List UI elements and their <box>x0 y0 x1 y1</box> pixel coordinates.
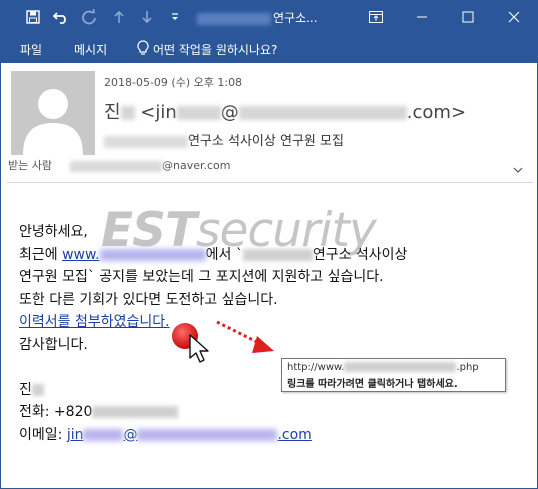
close-icon <box>508 11 520 23</box>
message-body: 안녕하세요, 최근에 www. 에서 ` 연구소 석사이상 연구원 모집` 공지를 … <box>19 221 407 446</box>
subject-text: 연구소 석사이상 연구원 모집 <box>188 134 344 149</box>
signature-email: 이메일: jin @ .com <box>19 424 407 447</box>
sent-date: 2018-05-09 (수) 오후 1:08 <box>104 76 243 89</box>
sender-email-suffix: .com> <box>406 102 467 123</box>
ribbon: 파일 메시지 어떤 작업을 원하시나요? <box>1 33 537 63</box>
redacted-title <box>197 12 271 25</box>
sender-name: 진 <box>104 102 121 123</box>
thanks-line: 감사합니다. <box>19 336 88 353</box>
tell-me-search[interactable]: 어떤 작업을 원하시나요? <box>153 41 277 58</box>
redacted-email-user <box>176 106 221 120</box>
sig-email-at[interactable]: @ <box>123 427 137 443</box>
minimize-button[interactable] <box>399 1 445 33</box>
avatar <box>11 71 95 155</box>
subject: 연구소 석사이상 연구원 모집 <box>104 130 344 149</box>
link-tooltip: http://www. .php 링크를 따라가려면 클릭하거나 탭하세요. <box>281 358 506 392</box>
window-title: 연구소... <box>197 9 318 26</box>
body-line-2: 최근에 www. 에서 ` 연구소 석사이상 <box>19 244 407 267</box>
redacted-sender-name <box>120 106 135 120</box>
outlook-message-window: 연구소... 파일 메시지 어떤 작업을 원하시나요? 2018-05-09 (… <box>0 0 538 489</box>
maximize-icon <box>462 11 474 23</box>
sig-name-text: 진 <box>19 381 32 398</box>
redacted-sig-name <box>31 383 44 396</box>
tooltip-message: 링크를 따라가려면 클릭하거나 탭하세요. <box>287 379 458 390</box>
sig-email-link-start[interactable]: jin <box>67 427 84 443</box>
customize-qat-icon[interactable] <box>165 7 185 27</box>
ribbon-display-options-button[interactable] <box>353 1 399 33</box>
website-link[interactable]: www. <box>62 247 100 263</box>
redacted-recipient <box>69 160 162 172</box>
chevron-down-icon[interactable] <box>513 163 523 176</box>
redacted-phone <box>92 406 179 418</box>
tooltip-url-suffix: .php <box>456 362 479 373</box>
redacted-company <box>242 248 313 261</box>
body-text-segment: 연구소 석사이상 <box>312 246 408 263</box>
body-line-3: 연구원 모집` 공지를 보았는데 그 포지션에 지원하고 싶습니다. <box>19 269 384 285</box>
lightbulb-icon <box>137 40 151 56</box>
body-line-4: 또한 다른 기회가 있다면 도전하고 싶습니다. <box>19 291 278 308</box>
sender-email-at: @ <box>220 102 239 123</box>
tab-file[interactable]: 파일 <box>20 41 42 58</box>
redacted-url <box>344 362 457 372</box>
redacted-subject <box>104 135 188 148</box>
body-text-segment: 최근에 <box>19 246 63 263</box>
tooltip-url: http://www. .php <box>287 362 500 373</box>
save-icon[interactable] <box>23 7 43 27</box>
signature-phone: 전화: +820 <box>19 401 407 424</box>
up-arrow-icon[interactable] <box>109 7 129 27</box>
header-divider <box>7 182 533 183</box>
redacted-email-domain <box>238 106 407 120</box>
attachment-link[interactable]: 이력서를 첨부하였습니다. <box>19 314 170 330</box>
redacted-website <box>99 248 206 261</box>
close-button[interactable] <box>491 1 537 33</box>
sig-email-label: 이메일: <box>19 426 67 443</box>
sender-email-prefix: <jin <box>140 102 177 123</box>
down-arrow-icon[interactable] <box>137 7 157 27</box>
redacted-sig-email-user <box>83 428 124 441</box>
body-text-segment: 에서 ` <box>205 246 243 263</box>
to-label: 받는 사람 <box>8 159 52 172</box>
sig-phone-text: 전화: +820 <box>19 404 93 420</box>
redo-icon[interactable] <box>79 7 99 27</box>
recipient-email[interactable]: @naver.com <box>162 159 231 172</box>
tab-message[interactable]: 메시지 <box>74 41 107 58</box>
title-bar: 연구소... <box>1 1 537 33</box>
greeting: 안녕하세요, <box>19 224 88 240</box>
sender[interactable]: 진 <jin @ .com> <box>104 98 466 124</box>
body-line-5: 이력서를 첨부하였습니다. <box>19 311 407 334</box>
window-title-text: 연구소... <box>273 11 318 25</box>
redacted-sig-email-domain <box>137 428 278 441</box>
minimize-icon <box>417 16 427 18</box>
ribbon-display-icon <box>369 11 383 23</box>
tooltip-url-prefix: http://www. <box>287 362 345 373</box>
sig-email-link-end[interactable]: .com <box>277 427 311 443</box>
maximize-button[interactable] <box>445 1 491 33</box>
person-icon <box>23 89 83 155</box>
recipient-row: 받는 사람 @naver.com <box>8 157 230 173</box>
undo-icon[interactable] <box>51 7 71 27</box>
